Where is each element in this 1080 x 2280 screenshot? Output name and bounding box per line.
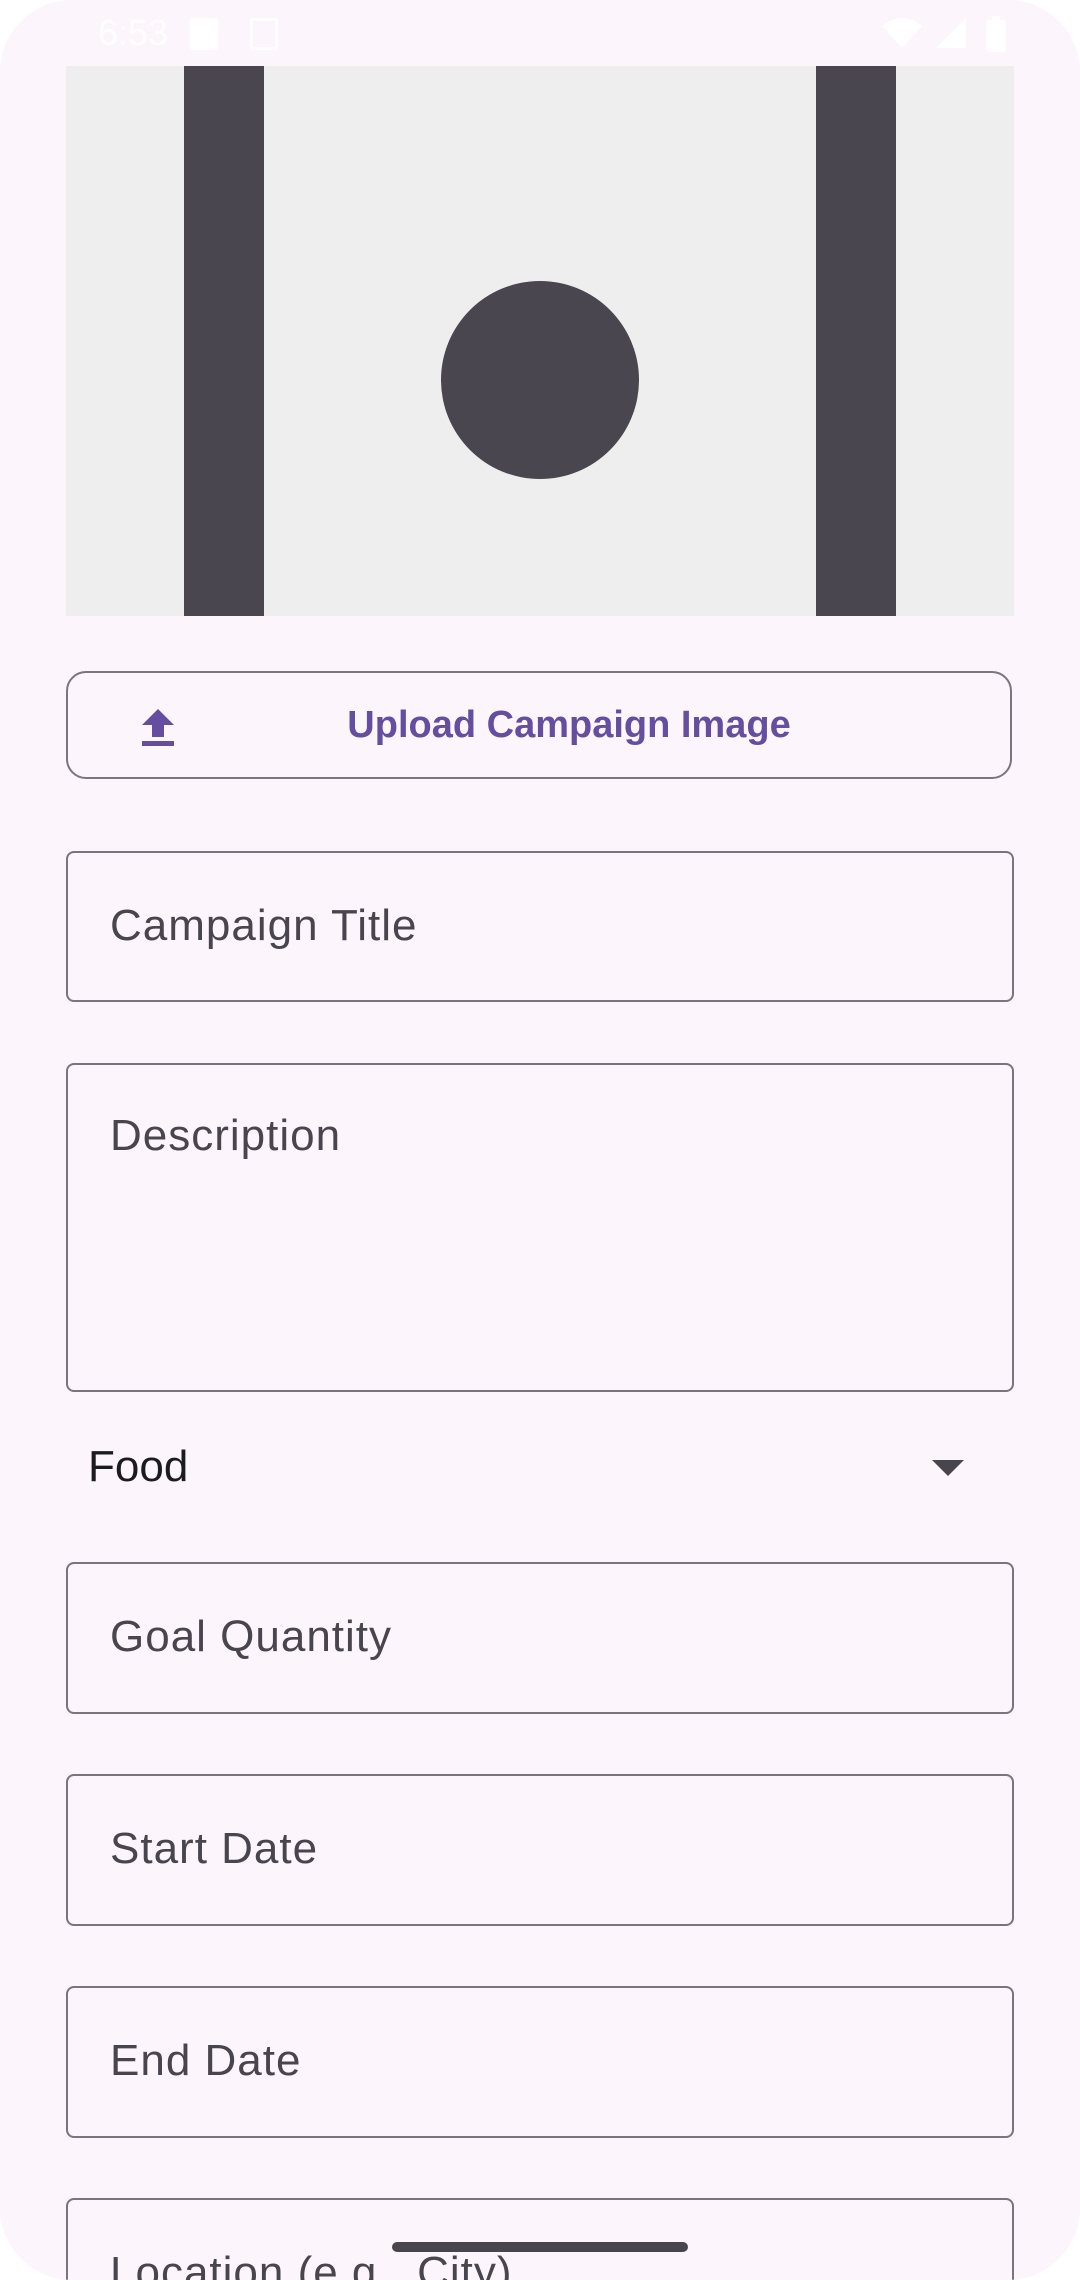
- battery-icon: [986, 16, 1006, 52]
- description-label: Description: [110, 1111, 342, 1160]
- goal-quantity-field[interactable]: Goal Quantity: [66, 1562, 1014, 1714]
- description-field[interactable]: Description: [66, 1063, 1014, 1392]
- dropdown-arrow-icon: [932, 1460, 964, 1476]
- status-bar: 6:53: [0, 0, 1080, 66]
- image-placeholder-circle: [441, 281, 639, 479]
- start-date-field[interactable]: Start Date: [66, 1774, 1014, 1926]
- sim-card-icon: [190, 18, 218, 50]
- navigation-handle[interactable]: [392, 2242, 688, 2252]
- signal-icon: [936, 18, 966, 48]
- image-placeholder-bar-right: [816, 66, 896, 616]
- wifi-icon: [882, 18, 922, 48]
- upload-campaign-image-button[interactable]: Upload Campaign Image: [66, 671, 1012, 779]
- end-date-label: End Date: [110, 2036, 302, 2085]
- campaign-title-label: Campaign Title: [110, 901, 418, 950]
- category-dropdown[interactable]: Food: [66, 1420, 1014, 1520]
- location-field[interactable]: Location (e.g., City): [66, 2198, 1014, 2280]
- upload-button-label: Upload Campaign Image: [347, 704, 791, 746]
- notification-icon: [250, 18, 278, 50]
- campaign-image-preview: [66, 66, 1014, 616]
- end-date-field[interactable]: End Date: [66, 1986, 1014, 2138]
- start-date-label: Start Date: [110, 1824, 319, 1873]
- campaign-title-field[interactable]: Campaign Title: [66, 851, 1014, 1002]
- location-label: Location (e.g., City): [110, 2248, 513, 2280]
- create-campaign-screen: 6:53 Upload Campaign Image Campaign Titl…: [0, 0, 1080, 2280]
- goal-quantity-label: Goal Quantity: [110, 1612, 393, 1661]
- image-placeholder-bar-left: [184, 66, 264, 616]
- status-time: 6:53: [98, 12, 169, 53]
- category-selected-value: Food: [88, 1442, 189, 1491]
